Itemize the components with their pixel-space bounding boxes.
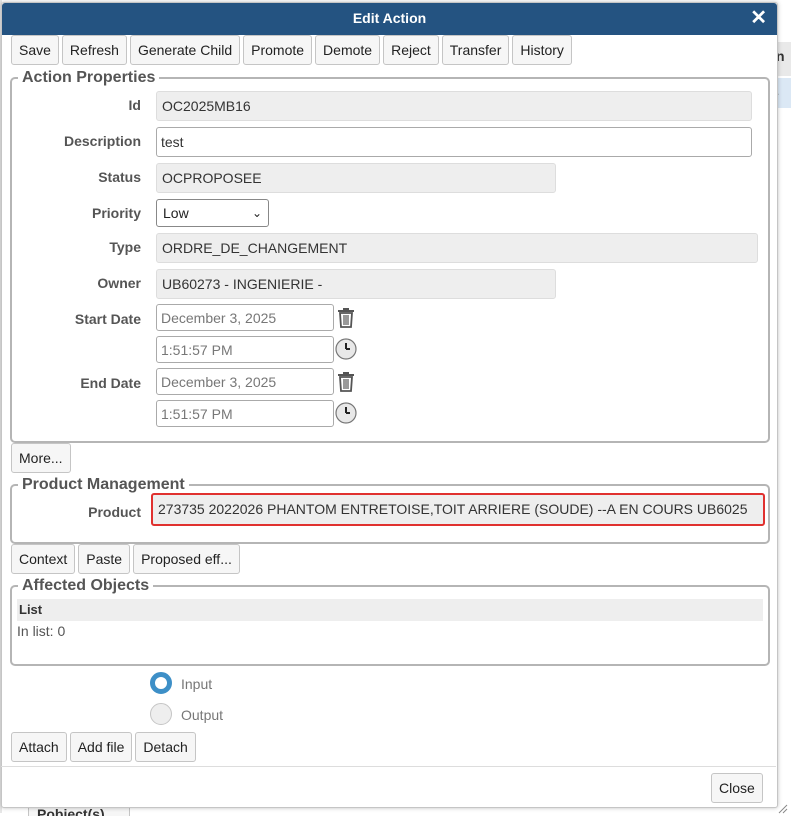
reject-button[interactable]: Reject: [383, 35, 439, 65]
trash-icon[interactable]: [336, 307, 358, 329]
type-label: Type: [11, 239, 141, 255]
owner-field: UB60273 - INGENIERIE -: [156, 269, 556, 299]
generate-child-button[interactable]: Generate Child: [130, 35, 240, 65]
status-field: OCPROPOSEE: [156, 163, 556, 193]
owner-label: Owner: [11, 275, 141, 291]
product-management-legend: Product Management: [18, 476, 189, 494]
id-field: OC2025MB16: [156, 91, 752, 121]
priority-label: Priority: [11, 205, 141, 221]
affected-objects-group: Affected Objects: [10, 577, 770, 666]
background-table-strip: [778, 38, 791, 813]
list-count: In list: 0: [17, 623, 65, 639]
chevron-down-icon: ⌄: [252, 200, 262, 226]
priority-select[interactable]: Low ⌄: [156, 199, 269, 227]
product-field[interactable]: 273735 2022026 PHANTOM ENTRETOISE,TOIT A…: [151, 493, 765, 526]
background-table-row: [778, 78, 791, 108]
object-toolbar: Attach Add file Detach: [11, 732, 196, 762]
start-date-input[interactable]: [156, 304, 334, 331]
action-toolbar: Save Refresh Generate Child Promote Demo…: [11, 35, 572, 65]
input-radio[interactable]: [150, 672, 172, 694]
product-label: Product: [11, 504, 141, 520]
context-button[interactable]: Context: [11, 544, 75, 574]
demote-button[interactable]: Demote: [315, 35, 380, 65]
detach-button[interactable]: Detach: [135, 732, 195, 762]
affected-objects-legend: Affected Objects: [18, 577, 153, 595]
dialog-titlebar[interactable]: Edit Action ✕: [2, 3, 777, 35]
description-label: Description: [11, 133, 141, 149]
resize-grip-icon[interactable]: [778, 801, 788, 811]
trash-icon[interactable]: [336, 371, 358, 393]
more-button[interactable]: More...: [11, 443, 71, 473]
type-field: ORDRE_DE_CHANGEMENT: [156, 233, 758, 263]
start-time-input[interactable]: [156, 336, 334, 363]
start-date-label: Start Date: [11, 311, 141, 327]
input-radio-label: Input: [181, 676, 212, 692]
output-radio-label: Output: [181, 707, 223, 723]
end-date-label: End Date: [11, 375, 141, 391]
description-input[interactable]: [156, 127, 752, 157]
transfer-button[interactable]: Transfer: [442, 35, 510, 65]
clock-icon[interactable]: [335, 402, 357, 424]
clock-icon[interactable]: [335, 338, 357, 360]
product-toolbar: Context Paste Proposed eff...: [11, 544, 240, 574]
paste-button[interactable]: Paste: [78, 544, 130, 574]
dialog-title: Edit Action: [2, 10, 777, 26]
action-properties-legend: Action Properties: [18, 69, 159, 87]
priority-value: Low: [163, 205, 189, 221]
end-date-input[interactable]: [156, 368, 334, 395]
output-radio[interactable]: [150, 703, 172, 725]
add-file-button[interactable]: Add file: [70, 732, 133, 762]
proposed-effectivity-button[interactable]: Proposed eff...: [133, 544, 240, 574]
footer-divider: [1, 766, 776, 767]
close-button[interactable]: Close: [711, 773, 763, 803]
history-button[interactable]: History: [512, 35, 572, 65]
status-label: Status: [11, 169, 141, 185]
list-header: List: [17, 599, 763, 621]
close-x-icon[interactable]: ✕: [750, 7, 767, 29]
refresh-button[interactable]: Refresh: [62, 35, 127, 65]
promote-button[interactable]: Promote: [243, 35, 312, 65]
end-time-input[interactable]: [156, 400, 334, 427]
save-button[interactable]: Save: [11, 35, 59, 65]
attach-button[interactable]: Attach: [11, 732, 67, 762]
id-label: Id: [11, 97, 141, 113]
